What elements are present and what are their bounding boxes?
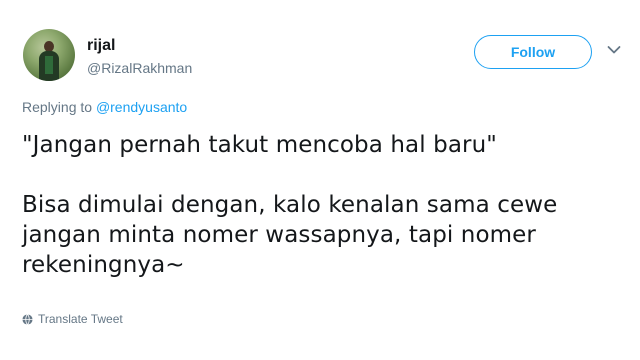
translate-label: Translate Tweet [38, 312, 123, 326]
replying-prefix: Replying to [22, 99, 93, 115]
display-name[interactable]: rijal [87, 37, 115, 55]
chevron-down-icon[interactable] [607, 45, 621, 55]
avatar[interactable] [23, 29, 75, 81]
globe-icon [22, 313, 33, 325]
reply-mention-link[interactable]: @rendyusanto [96, 99, 187, 115]
tweet-line: rekeningnya~ [22, 252, 185, 278]
tweet-line: jangan minta nomer wassapnya, tapi nomer [22, 222, 536, 248]
follow-button[interactable]: Follow [474, 35, 592, 69]
tweet-line: Bisa dimulai dengan, kalo kenalan sama c… [22, 192, 558, 218]
translate-tweet-link[interactable]: Translate Tweet [22, 312, 123, 326]
tweet-text: "Jangan pernah takut mencoba hal baru" B… [22, 130, 612, 280]
avatar-figure-stripe [45, 56, 53, 74]
user-handle[interactable]: @RizalRakhman [87, 60, 192, 76]
replying-to: Replying to @rendyusanto [22, 99, 187, 115]
tweet-line: "Jangan pernah takut mencoba hal baru" [22, 132, 497, 158]
